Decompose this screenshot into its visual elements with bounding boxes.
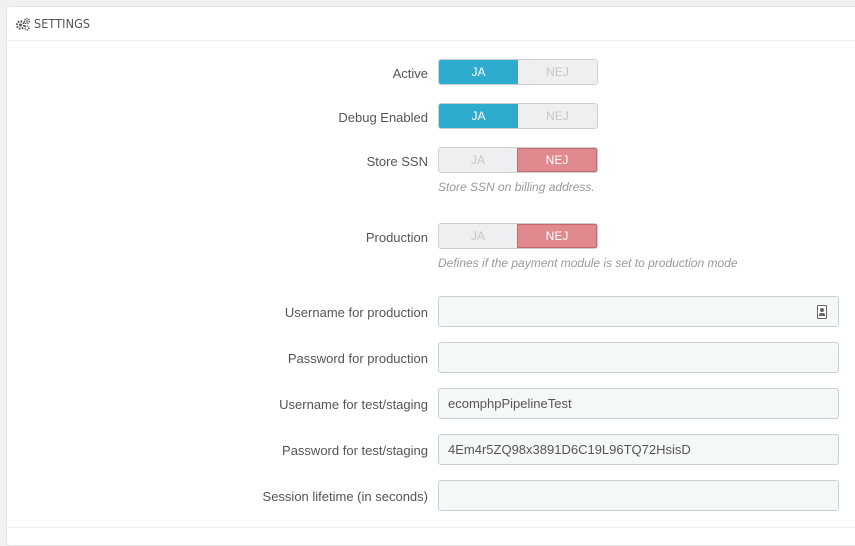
password-test-input[interactable]: 4Em4r5ZQ98x3891D6C19L96TQ72HsisD [438, 434, 839, 465]
production-no-option[interactable]: NEJ [517, 224, 597, 248]
debug-label: Debug Enabled [338, 110, 428, 125]
password-test-value: 4Em4r5ZQ98x3891D6C19L96TQ72HsisD [448, 442, 691, 457]
active-no-option[interactable]: NEJ [518, 60, 597, 84]
panel-footer-divider [7, 527, 855, 528]
cogs-icon [15, 17, 31, 31]
production-switch[interactable]: JA NEJ [438, 223, 598, 249]
contact-card-icon[interactable] [817, 305, 827, 319]
debug-switch[interactable]: JA NEJ [438, 103, 598, 129]
username-production-label: Username for production [284, 305, 428, 320]
production-label: Production [365, 230, 428, 245]
session-lifetime-input[interactable] [438, 480, 839, 511]
store-ssn-no-option[interactable]: NEJ [517, 148, 597, 172]
active-switch[interactable]: JA NEJ [438, 59, 598, 85]
active-yes-option[interactable]: JA [439, 60, 518, 84]
password-test-label: Password for test/staging [282, 443, 428, 458]
panel-heading: SETTINGS [7, 7, 855, 41]
username-production-input[interactable] [438, 296, 839, 327]
production-yes-option[interactable]: JA [439, 224, 517, 248]
debug-no-option[interactable]: NEJ [518, 104, 597, 128]
password-production-input[interactable] [438, 342, 839, 373]
active-label: Active [392, 66, 428, 81]
store-ssn-switch[interactable]: JA NEJ [438, 147, 598, 173]
username-test-label: Username for test/staging [279, 397, 428, 412]
settings-panel: SETTINGS Active JA NEJ Debug Enabled JA … [6, 6, 855, 546]
production-help: Defines if the payment module is set to … [438, 256, 738, 270]
username-test-input[interactable]: ecomphpPipelineTest [438, 388, 839, 419]
store-ssn-yes-option[interactable]: JA [439, 148, 517, 172]
store-ssn-help: Store SSN on billing address. [438, 180, 595, 194]
username-test-value: ecomphpPipelineTest [448, 396, 572, 411]
debug-yes-option[interactable]: JA [439, 104, 518, 128]
session-lifetime-label: Session lifetime (in seconds) [262, 489, 428, 504]
panel-title: SETTINGS [34, 16, 91, 31]
password-production-label: Password for production [287, 351, 428, 366]
store-ssn-label: Store SSN [366, 154, 428, 169]
